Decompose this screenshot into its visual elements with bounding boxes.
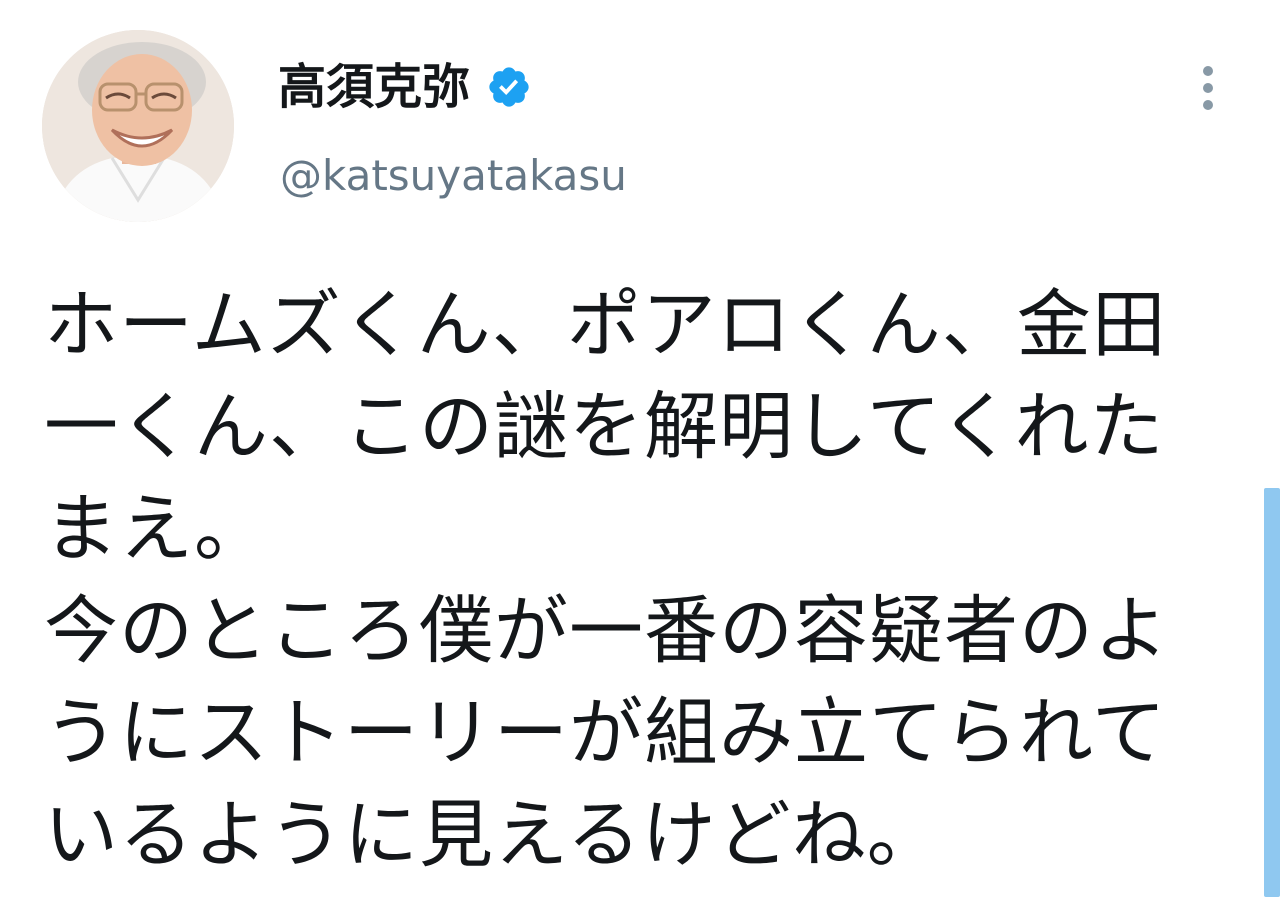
scrollbar[interactable] [1264,488,1280,897]
tweet-card: 高須克弥 @katsuyatakasu ホームズくん、ポアロくん、金田一くん、こ… [0,0,1280,897]
display-name[interactable]: 高須克弥 [278,52,470,122]
tweet-text: ホームズくん、ポアロくん、金田一くん、この謎を解明してくれたまえ。 今のところ僕… [44,282,1169,878]
more-vertical-icon[interactable] [1186,60,1230,120]
user-handle[interactable]: @katsuyatakasu [280,146,627,206]
author-row: 高須克弥 [278,52,532,122]
user-avatar-icon [42,30,234,222]
verified-badge-icon [486,64,532,110]
avatar[interactable] [42,30,234,222]
